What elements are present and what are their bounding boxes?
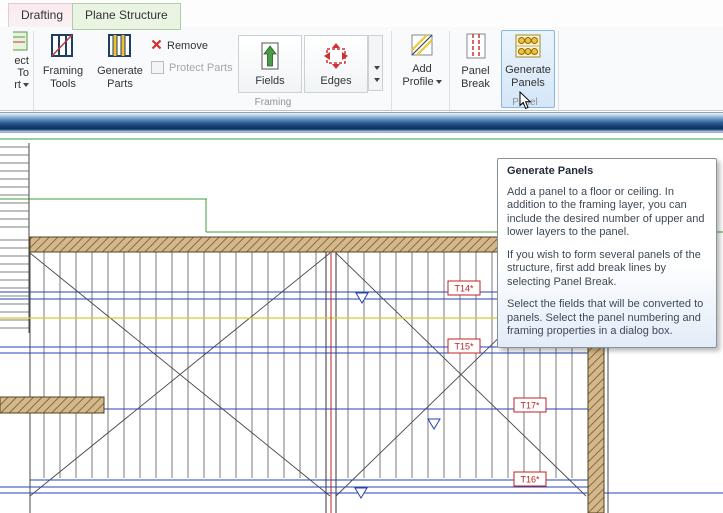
- framing-tools-label-1: Framing: [43, 65, 83, 77]
- chevron-down-icon: [374, 78, 380, 82]
- svg-text:T14*: T14*: [454, 284, 474, 294]
- tab-drafting[interactable]: Drafting: [8, 3, 76, 28]
- left-strip-framing-lines: [0, 147, 29, 328]
- cropped-button-label-1: ect To: [0, 55, 31, 79]
- joist-lines: [44, 252, 572, 478]
- protect-parts-label: Protect Parts: [169, 62, 233, 74]
- generate-parts-icon: [107, 33, 133, 62]
- tab-plane-structure-label: Plane Structure: [85, 8, 168, 22]
- add-profile-label-1: Add: [412, 63, 432, 75]
- tooltip-paragraph: Add a panel to a floor or ceiling. In ad…: [507, 186, 707, 240]
- mouse-cursor-icon: [519, 91, 532, 115]
- edges-button[interactable]: Edges: [304, 35, 368, 93]
- chevron-down-icon: [23, 83, 29, 87]
- chevron-down-icon: [436, 80, 442, 84]
- group-separator: [558, 31, 559, 125]
- add-profile-label-2: Profile: [402, 76, 441, 88]
- panel-break-icon: [465, 33, 487, 62]
- chevron-down-icon: [374, 66, 380, 70]
- cropped-left-button[interactable]: ect To rt: [0, 30, 31, 106]
- svg-text:T15*: T15*: [454, 342, 474, 352]
- protect-parts-toggle: Protect Parts: [151, 61, 233, 74]
- tooltip-generate-panels: Generate Panels Add a panel to a floor o…: [497, 158, 717, 348]
- framing-tools-label-2: Tools: [50, 78, 76, 90]
- svg-text:T16*: T16*: [520, 475, 540, 485]
- window-divider-band: [0, 112, 723, 133]
- wall-left-segment: [0, 397, 104, 413]
- fields-icon: [259, 42, 281, 73]
- tab-drafting-label: Drafting: [21, 8, 63, 22]
- framing-label: T17*: [514, 398, 546, 412]
- generate-parts-label-2: Parts: [107, 78, 133, 90]
- remove-label: Remove: [167, 40, 208, 52]
- add-profile-label-2-text: Profile: [402, 76, 433, 88]
- generate-panels-label-2: Panels: [511, 77, 545, 89]
- cropped-button-label-2-text: rt: [14, 79, 21, 91]
- edges-label: Edges: [320, 75, 351, 87]
- framing-tools-button[interactable]: Framing Tools: [36, 30, 90, 106]
- group-label-framing: Framing: [242, 97, 304, 108]
- gallery-more-button[interactable]: [369, 74, 382, 86]
- tooltip-paragraph: If you wish to form several panels of th…: [507, 249, 707, 290]
- panel-break-label-2: Break: [461, 78, 490, 90]
- framing-label: T14*: [448, 281, 480, 295]
- cropped-button-label-2: rt: [14, 79, 31, 91]
- section-marker-icon: [355, 293, 440, 498]
- fields-button[interactable]: Fields: [238, 35, 302, 93]
- add-profile-button[interactable]: Add Profile: [397, 30, 447, 106]
- application-window: Drafting Plane Structure ect To rt: [0, 0, 723, 513]
- edges-icon: [323, 42, 349, 73]
- svg-text:T17*: T17*: [520, 401, 540, 411]
- generate-parts-button[interactable]: Generate Parts: [93, 30, 147, 106]
- framing-tools-icon: [50, 33, 76, 62]
- panel-break-button[interactable]: Panel Break: [453, 30, 498, 106]
- generate-panels-label-1: Generate: [505, 64, 551, 76]
- group-separator: [449, 31, 450, 125]
- generate-panels-icon: [515, 34, 541, 61]
- fields-label: Fields: [255, 75, 284, 87]
- protect-parts-checkbox: [151, 61, 164, 74]
- gallery-scroll-column: [368, 35, 383, 91]
- ribbon: ect To rt Framing Tools: [0, 27, 723, 111]
- ribbon-tab-bar: Drafting Plane Structure: [0, 0, 723, 28]
- framing-label: T16*: [514, 472, 546, 486]
- panel-break-label-1: Panel: [461, 65, 489, 77]
- tooltip-title: Generate Panels: [507, 165, 707, 179]
- remove-icon: [151, 39, 162, 53]
- group-separator: [33, 31, 34, 125]
- add-profile-icon: [410, 33, 434, 60]
- remove-button[interactable]: Remove: [151, 39, 208, 53]
- generate-parts-label-1: Generate: [97, 65, 143, 77]
- tooltip-paragraph: Select the fields that will be converted…: [507, 298, 707, 339]
- tab-plane-structure[interactable]: Plane Structure: [72, 3, 181, 30]
- framing-label: T15*: [448, 339, 480, 353]
- group-separator: [391, 31, 392, 125]
- gallery-scroll-down-button[interactable]: [369, 62, 382, 74]
- cropped-button-icon: [13, 30, 31, 55]
